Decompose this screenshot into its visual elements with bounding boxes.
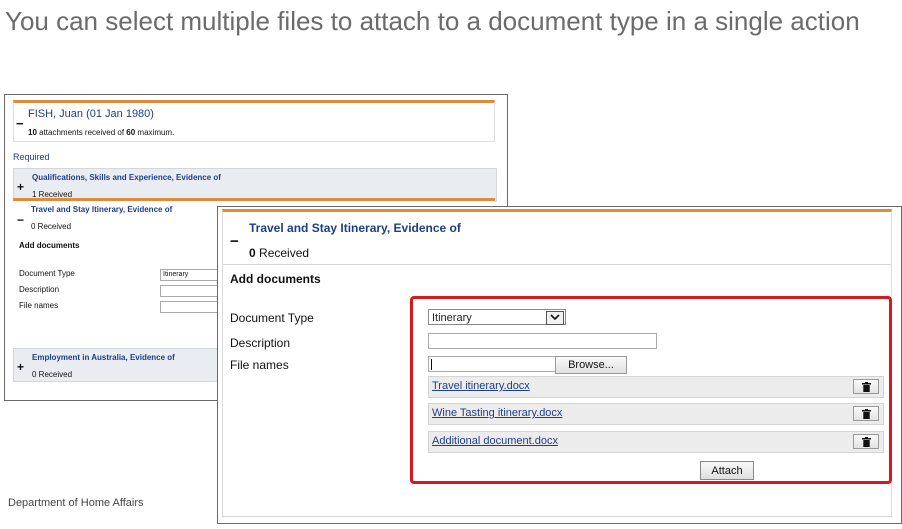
applicant-name: FISH, Juan (01 Jan 1980) [28, 108, 154, 120]
document-type-select[interactable]: Itinerary [428, 309, 566, 325]
trash-icon [861, 381, 871, 392]
file-names-label: File names [19, 301, 59, 310]
file-link[interactable]: Travel itinerary.docx [432, 380, 530, 392]
collapse-icon[interactable]: − [16, 117, 24, 130]
description-label: Description [230, 336, 291, 350]
description-input[interactable] [428, 333, 657, 349]
section-title: Travel and Stay Itinerary, Evidence of [31, 205, 173, 214]
file-link[interactable]: Wine Tasting itinerary.docx [432, 407, 562, 419]
section-title: Qualifications, Skills and Experience, E… [32, 173, 221, 182]
expand-icon[interactable]: + [17, 360, 24, 374]
attachments-summary: 10 attachments received of 60 maximum. [28, 128, 175, 137]
required-label: Required [13, 152, 50, 162]
background-panel: − FISH, Juan (01 Jan 1980) 10 attachment… [13, 100, 497, 382]
text-cursor [431, 359, 432, 370]
attach-button[interactable]: Attach [700, 461, 754, 480]
file-names-label: File names [230, 358, 289, 372]
applicant-header: − FISH, Juan (01 Jan 1980) 10 attachment… [13, 100, 495, 142]
description-label: Description [19, 285, 60, 294]
expand-icon[interactable]: + [17, 180, 24, 194]
chevron-down-icon[interactable] [546, 311, 564, 325]
delete-file-button[interactable] [853, 379, 879, 394]
received-count: 0 Received [249, 246, 310, 260]
file-row: Travel itinerary.docx [428, 376, 884, 398]
collapse-icon[interactable]: − [17, 213, 24, 227]
section-received: 0 Received [32, 370, 73, 379]
section-title: Travel and Stay Itinerary, Evidence of [249, 221, 461, 235]
add-documents-heading: Add documents [19, 241, 80, 250]
divider [223, 516, 891, 517]
file-link[interactable]: Additional document.docx [432, 435, 558, 447]
document-type-label: Document Type [19, 269, 75, 278]
section-title: Employment in Australia, Evidence of [32, 353, 175, 362]
document-type-value: Itinerary [432, 312, 472, 324]
section-received: 0 Received [31, 222, 72, 231]
file-names-input[interactable] [428, 356, 556, 372]
slide-heading: You can select multiple files to attach … [5, 6, 860, 36]
trash-icon [861, 436, 871, 447]
divider [223, 264, 891, 265]
collapse-icon[interactable]: − [230, 233, 239, 250]
section-qualifications[interactable]: + Qualifications, Skills and Experience,… [13, 168, 497, 202]
delete-file-button[interactable] [853, 406, 879, 421]
document-type-select[interactable]: Itinerary [160, 269, 224, 281]
foreground-screenshot: Travel and Stay Itinerary, Evidence of −… [217, 206, 902, 524]
document-type-label: Document Type [230, 311, 314, 325]
delete-file-button[interactable] [853, 434, 879, 449]
file-names-input[interactable] [160, 301, 224, 313]
description-input[interactable] [160, 285, 224, 297]
file-row: Additional document.docx [428, 431, 884, 453]
travel-itinerary-card: Travel and Stay Itinerary, Evidence of −… [222, 209, 892, 518]
add-documents-heading: Add documents [230, 272, 321, 286]
footer-text: Department of Home Affairs [8, 497, 144, 509]
trash-icon [861, 408, 871, 419]
browse-button[interactable]: Browse... [555, 356, 627, 374]
file-row: Wine Tasting itinerary.docx [428, 403, 884, 425]
